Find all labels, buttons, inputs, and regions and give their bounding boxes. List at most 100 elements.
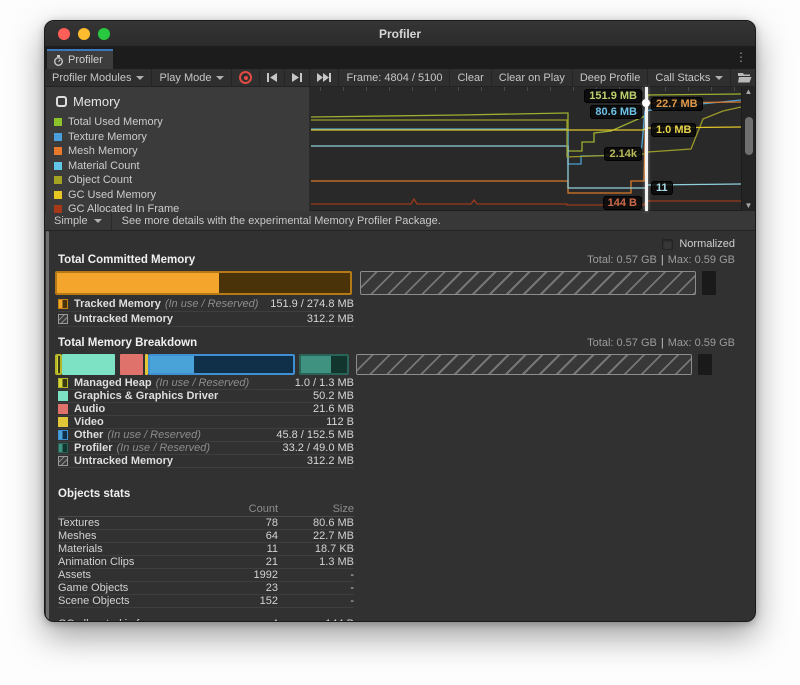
chart-value-label: 22.7 MB — [651, 97, 703, 111]
memory-legend-row[interactable]: Graphics & Graphics Driver50.2 MB — [58, 390, 354, 403]
row-value: 21.6 MB — [313, 403, 354, 415]
memory-legend-row[interactable]: Untracked Memory312.2 MB — [58, 455, 354, 468]
legend-label: Total Used Memory — [68, 116, 163, 128]
stats-row: Materials1118.7 KB — [58, 543, 354, 556]
row-swatch-icon — [58, 417, 68, 427]
stats-row: Meshes6422.7 MB — [58, 530, 354, 543]
tab-profiler[interactable]: Profiler — [47, 49, 113, 69]
scrollbar-thumb[interactable] — [745, 117, 753, 155]
module-legend-item[interactable]: Mesh Memory — [54, 144, 301, 159]
clear-label: Clear — [457, 72, 483, 84]
stats-row: Scene Objects152- — [58, 595, 354, 608]
objects-stats-table: CountSizeTextures7880.6 MBMeshes6422.7 M… — [58, 502, 354, 622]
legend-label: Material Count — [68, 160, 140, 172]
module-legend-item[interactable]: GC Used Memory — [54, 188, 301, 203]
details-scrollbar[interactable] — [46, 231, 49, 622]
bar-segment-space — [352, 271, 360, 295]
frame-counter-label: Frame: 4804 / 5100 — [346, 72, 442, 84]
row-swatch-icon — [58, 378, 68, 388]
memory-chip-icon — [56, 96, 67, 107]
row-swatch-icon — [58, 391, 68, 401]
row-label: Graphics & Graphics Driver — [74, 390, 218, 402]
chevron-down-icon — [715, 76, 723, 80]
play-mode-dropdown[interactable]: Play Mode — [152, 69, 232, 86]
row-value: 33.2 / 49.0 MB — [282, 442, 354, 454]
call-stacks-dropdown[interactable]: Call Stacks — [648, 69, 731, 86]
scroll-up-icon[interactable]: ▲ — [745, 87, 753, 97]
clear-on-play-button[interactable]: Clear on Play — [492, 69, 573, 86]
stats-row: Assets1992- — [58, 569, 354, 582]
tab-label: Profiler — [68, 54, 103, 66]
bar-segment-dual — [299, 354, 349, 375]
committed-memory-legend: Tracked Memory(In use / Reserved)151.9 /… — [58, 297, 735, 327]
stopwatch-icon — [53, 55, 64, 66]
normalized-label: Normalized — [679, 238, 735, 250]
row-qualifier: (In use / Reserved) — [156, 377, 250, 389]
previous-frame-button[interactable] — [260, 69, 285, 86]
memory-module-panel: Memory Total Used Memory Texture MemoryMe… — [46, 87, 310, 211]
legend-swatch-icon — [54, 191, 62, 199]
bar-segment-hatch — [356, 354, 692, 375]
legend-swatch-icon — [54, 162, 62, 170]
memory-legend-row[interactable]: Tracked Memory(In use / Reserved)151.9 /… — [58, 297, 354, 312]
row-swatch-icon — [58, 430, 68, 440]
module-header[interactable]: Memory — [56, 94, 301, 109]
module-legend-item[interactable]: Texture Memory — [54, 130, 301, 145]
memory-legend-row[interactable]: Managed Heap(In use / Reserved)1.0 / 1.3… — [58, 377, 354, 390]
chevron-down-icon — [216, 76, 224, 80]
clear-on-play-label: Clear on Play — [499, 72, 565, 84]
committed-memory-title: Total Committed Memory — [58, 254, 195, 266]
memory-details-panel: Normalized Total Committed Memory Total:… — [45, 231, 755, 622]
stats-gc-row: GC allocated in frame4144 B — [58, 617, 354, 622]
legend-label: GC Allocated In Frame — [68, 203, 179, 215]
memory-legend-row[interactable]: Profiler(In use / Reserved)33.2 / 49.0 M… — [58, 442, 354, 455]
row-label: Profiler — [74, 442, 113, 454]
row-label: Video — [74, 416, 104, 428]
memory-legend-row[interactable]: Other(In use / Reserved)45.8 / 152.5 MB — [58, 429, 354, 442]
module-legend-item[interactable]: GC Allocated In Frame — [54, 202, 301, 217]
profiler-modules-dropdown[interactable]: Profiler Modules — [45, 69, 152, 86]
title-bar[interactable]: Profiler — [45, 21, 755, 47]
legend-label: GC Used Memory — [68, 189, 156, 201]
memory-breakdown-totals: Total: 0.57 GB|Max: 0.59 GB — [587, 337, 735, 349]
tab-overflow-menu-icon[interactable]: ⋮ — [735, 50, 747, 64]
call-stacks-label: Call Stacks — [655, 72, 710, 84]
bar-segment-space — [692, 354, 697, 375]
deep-profile-button[interactable]: Deep Profile — [573, 69, 649, 86]
module-legend-item[interactable]: Total Used Memory — [54, 115, 301, 130]
stats-header-row: CountSize — [58, 502, 354, 517]
window-title: Profiler — [45, 27, 755, 41]
chart-value-label: 80.6 MB — [590, 105, 642, 119]
chart-value-label: 151.9 MB — [584, 89, 642, 103]
chart-vertical-scrollbar[interactable]: ▲ ▼ — [741, 87, 755, 211]
module-legend-item[interactable]: Material Count — [54, 159, 301, 174]
scroll-down-icon[interactable]: ▼ — [745, 201, 753, 211]
bar-segment-dual — [55, 354, 62, 375]
memory-legend-row[interactable]: Untracked Memory312.2 MB — [58, 312, 354, 327]
row-swatch-icon — [58, 443, 68, 453]
record-button[interactable] — [232, 69, 260, 86]
current-frame-button[interactable] — [310, 69, 339, 86]
load-profile-button[interactable] — [731, 69, 756, 86]
module-legend-item[interactable]: Object Count — [54, 173, 301, 188]
row-qualifier: (In use / Reserved) — [165, 298, 259, 310]
stats-row: Animation Clips211.3 MB — [58, 556, 354, 569]
legend-swatch-icon — [54, 147, 62, 155]
bar-segment-dual — [55, 271, 352, 295]
row-value: 45.8 / 152.5 MB — [276, 429, 354, 441]
next-frame-icon — [292, 73, 302, 82]
memory-legend-row[interactable]: Audio21.6 MB — [58, 403, 354, 416]
legend-label: Object Count — [68, 174, 132, 186]
chart-value-label: 2.14k — [604, 147, 642, 161]
memory-breakdown-title: Total Memory Breakdown — [58, 337, 197, 349]
last-frame-icon — [317, 73, 331, 82]
committed-memory-bar[interactable] — [55, 271, 719, 295]
next-frame-button[interactable] — [285, 69, 310, 86]
bar-segment-space — [349, 354, 356, 375]
memory-breakdown-bar[interactable] — [55, 354, 719, 375]
profiler-chart-area[interactable]: Memory Total Used Memory Texture MemoryMe… — [45, 87, 755, 211]
clear-button[interactable]: Clear — [450, 69, 491, 86]
normalized-checkbox[interactable] — [662, 239, 673, 250]
memory-legend-row[interactable]: Video112 B — [58, 416, 354, 429]
row-swatch-icon — [58, 299, 68, 309]
